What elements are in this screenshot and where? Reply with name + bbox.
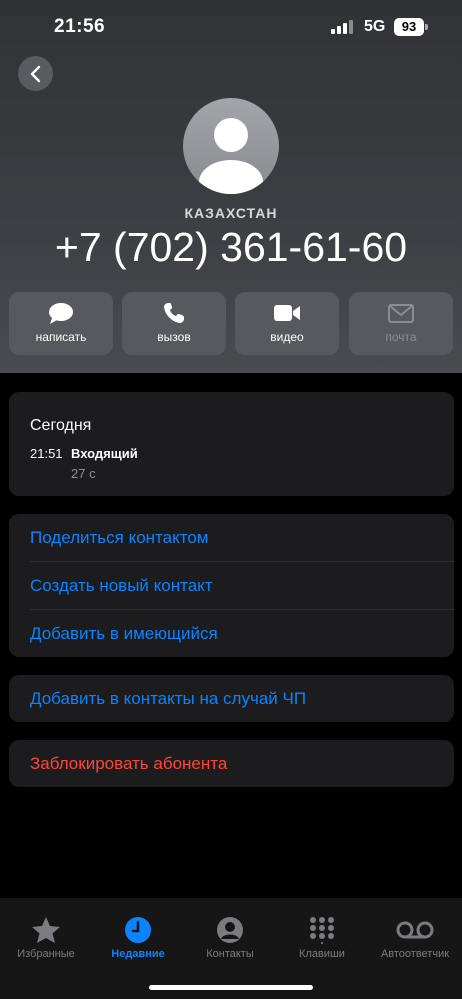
message-icon bbox=[49, 303, 73, 324]
phone-icon bbox=[164, 303, 184, 323]
keypad-icon bbox=[310, 917, 334, 944]
mail-button[interactable]: почта bbox=[349, 292, 453, 355]
share-contact-button[interactable]: Поделиться контактом bbox=[30, 514, 454, 562]
person-circle-icon bbox=[217, 917, 243, 943]
tab-bar: Избранные Недавние Контакты Клавиши Авто… bbox=[0, 898, 462, 999]
video-button[interactable]: видео bbox=[235, 292, 339, 355]
contact-phone-number: +7 (702) 361-61-60 bbox=[54, 224, 408, 270]
battery-icon: 93 bbox=[394, 18, 424, 36]
recent-calls-date: Сегодня bbox=[30, 417, 92, 434]
quick-actions: написать вызов видео почта bbox=[9, 292, 454, 355]
chevron-left-icon bbox=[30, 65, 40, 82]
contact-country: КАЗАХСТАН bbox=[184, 205, 278, 221]
tab-contacts-label: Контакты bbox=[206, 948, 254, 960]
network-type: 5G bbox=[364, 18, 386, 35]
home-indicator bbox=[149, 985, 313, 990]
contact-options-card: Поделиться контактом Создать новый конта… bbox=[9, 514, 454, 657]
message-button-label: написать bbox=[35, 330, 87, 344]
recent-calls-card: Сегодня 21:51 Входящий 27 с bbox=[9, 392, 454, 496]
video-button-label: видео bbox=[270, 330, 304, 344]
tab-voicemail[interactable]: Автоответчик bbox=[368, 898, 462, 978]
star-icon bbox=[32, 917, 60, 943]
tab-favorites-label: Избранные bbox=[17, 948, 75, 960]
add-to-existing-button[interactable]: Добавить в имеющийся bbox=[30, 610, 454, 658]
contact-header: 21:56 5G 93 КАЗАХСТАН +7 (702) 361-61-60 bbox=[0, 0, 462, 373]
emergency-contact-card: Добавить в контакты на случай ЧП bbox=[9, 675, 454, 722]
block-caller-card: Заблокировать абонента bbox=[9, 740, 454, 787]
call-button[interactable]: вызов bbox=[122, 292, 226, 355]
tab-keypad[interactable]: Клавиши bbox=[276, 898, 368, 978]
back-button[interactable] bbox=[18, 56, 53, 91]
tab-keypad-label: Клавиши bbox=[299, 948, 345, 960]
tab-favorites[interactable]: Избранные bbox=[0, 898, 92, 978]
clock-icon bbox=[125, 917, 151, 943]
person-icon bbox=[199, 118, 263, 194]
mail-button-label: почта bbox=[385, 330, 417, 344]
block-caller-button[interactable]: Заблокировать абонента bbox=[30, 740, 454, 788]
voicemail-icon bbox=[396, 921, 434, 939]
add-emergency-contact-button[interactable]: Добавить в контакты на случай ЧП bbox=[30, 675, 454, 723]
signal-strength-icon bbox=[331, 20, 355, 34]
avatar bbox=[183, 98, 279, 194]
mail-icon bbox=[388, 304, 414, 323]
call-duration: 27 с bbox=[71, 466, 96, 481]
tab-recents-label: Недавние bbox=[111, 948, 165, 960]
battery-tip bbox=[425, 24, 428, 30]
tab-recents[interactable]: Недавние bbox=[92, 898, 184, 978]
status-time: 21:56 bbox=[54, 16, 106, 37]
call-button-label: вызов bbox=[157, 330, 191, 344]
call-time: 21:51 bbox=[30, 446, 63, 461]
call-type: Входящий bbox=[71, 446, 138, 461]
tab-voicemail-label: Автоответчик bbox=[380, 948, 450, 960]
message-button[interactable]: написать bbox=[9, 292, 113, 355]
video-icon bbox=[274, 305, 300, 321]
tab-contacts[interactable]: Контакты bbox=[184, 898, 276, 978]
status-bar: 21:56 5G 93 bbox=[0, 0, 462, 56]
create-contact-button[interactable]: Создать новый контакт bbox=[30, 562, 454, 610]
